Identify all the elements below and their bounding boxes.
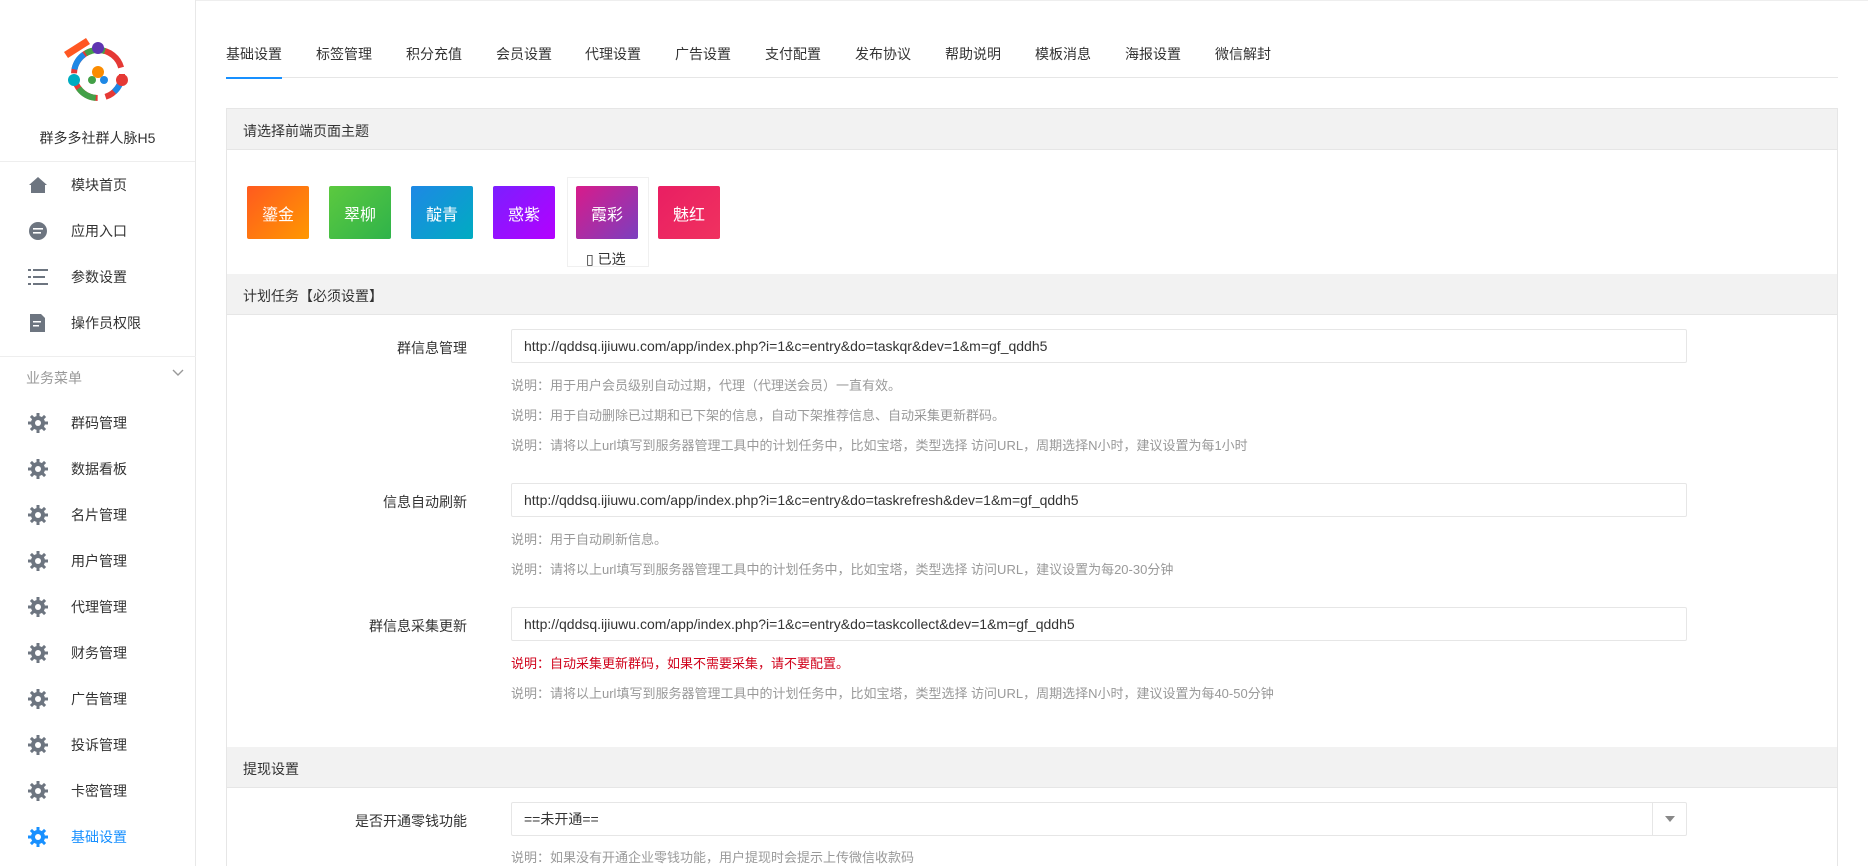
top-divider (196, 0, 1868, 1)
help-note: 说明：用于用户会员级别自动过期，代理（代理送会员）一直有效。 (511, 378, 902, 393)
help-note: 说明：请将以上url填写到服务器管理工具中的计划任务中，比如宝塔，类型选择 访问… (511, 686, 1274, 701)
sidebar-item-label: 群码管理 (71, 415, 127, 431)
help-note: 说明：用于自动刷新信息。 (511, 532, 668, 547)
document-edit-icon (27, 312, 49, 334)
wallet-select-value: ==未开通== (524, 811, 599, 827)
gear-icon (27, 412, 49, 434)
collect-update-label: 群信息采集更新 (369, 618, 467, 634)
selected-theme-note: ▯ 已选 (586, 251, 626, 267)
sidebar-item-label: 基础设置 (71, 829, 127, 845)
tab-0[interactable]: 基础设置 (226, 44, 282, 79)
chevron-down-icon (172, 369, 184, 376)
business-menu-header[interactable]: 业务菜单 (0, 356, 196, 392)
theme-option-4[interactable]: 霞彩 (576, 186, 638, 239)
help-note: 说明：请将以上url填写到服务器管理工具中的计划任务中，比如宝塔，类型选择 访问… (511, 562, 1174, 577)
sidebar-item-business-6[interactable]: 广告管理 (0, 679, 196, 719)
app-logo-icon (64, 38, 128, 101)
sidebar-item-label: 应用入口 (71, 223, 127, 239)
chat-icon (27, 220, 49, 242)
gear-icon (27, 596, 49, 618)
sidebar-item-operator-permissions[interactable]: 操作员权限 (0, 303, 196, 343)
tab-8[interactable]: 帮助说明 (945, 44, 1001, 78)
sidebar-item-label: 投诉管理 (71, 737, 127, 753)
collect-update-url-input[interactable]: http://qddsq.ijiuwu.com/app/index.php?i=… (511, 607, 1687, 641)
gear-icon (27, 504, 49, 526)
cron-section-title: 计划任务【必须设置】 (243, 288, 383, 304)
sidebar-item-params[interactable]: 参数设置 (0, 257, 196, 297)
wallet-toggle-label: 是否开通零钱功能 (355, 813, 467, 829)
group-info-label: 群信息管理 (397, 340, 467, 356)
business-menu-label: 业务菜单 (26, 370, 82, 386)
auto-refresh-url-input[interactable]: http://qddsq.ijiuwu.com/app/index.php?i=… (511, 483, 1687, 517)
gear-icon (27, 688, 49, 710)
wallet-select[interactable]: ==未开通== (511, 802, 1687, 836)
theme-option-1[interactable]: 翠柳 (329, 186, 391, 239)
sidebar-item-label: 财务管理 (71, 645, 127, 661)
home-icon (27, 174, 49, 196)
sidebar-item-label: 参数设置 (71, 269, 127, 285)
gear-icon (27, 458, 49, 480)
tab-5[interactable]: 广告设置 (675, 44, 731, 78)
tab-4[interactable]: 代理设置 (585, 44, 641, 78)
gear-icon (27, 780, 49, 802)
list-icon (27, 266, 49, 288)
gear-icon (27, 734, 49, 756)
tab-1[interactable]: 标签管理 (316, 44, 372, 78)
theme-option-2[interactable]: 靛青 (411, 186, 473, 239)
help-note: 说明：用于自动删除已过期和已下架的信息，自动下架推荐信息、自动采集更新群码。 (511, 408, 1006, 423)
sidebar-item-business-8[interactable]: 卡密管理 (0, 771, 196, 811)
sidebar-item-business-2[interactable]: 名片管理 (0, 495, 196, 535)
sidebar-item-business-4[interactable]: 代理管理 (0, 587, 196, 627)
tab-bar: 基础设置 标签管理 积分充值 会员设置 代理设置 广告设置 支付配置 发布协议 帮助说明 模板消息… (226, 36, 1838, 79)
sidebar-item-label: 卡密管理 (71, 783, 127, 799)
tab-2[interactable]: 积分充值 (406, 44, 462, 78)
sidebar-item-module-home[interactable]: 模块首页 (0, 165, 196, 205)
sidebar-item-app-entry[interactable]: 应用入口 (0, 211, 196, 251)
auto-refresh-label: 信息自动刷新 (383, 494, 467, 510)
group-info-url-input[interactable]: http://qddsq.ijiuwu.com/app/index.php?i=… (511, 329, 1687, 363)
gear-icon (27, 550, 49, 572)
tab-7[interactable]: 发布协议 (855, 44, 911, 78)
tab-6[interactable]: 支付配置 (765, 44, 821, 78)
gear-icon (27, 642, 49, 664)
brand: 群多多社群人脉H5 (0, 0, 195, 162)
sidebar-item-label: 操作员权限 (71, 315, 141, 331)
settings-panel: 请选择前端页面主题 ▯ 已选 计划任务【必须设置】 群信息管理 http://q… (226, 108, 1838, 866)
sidebar-item-label: 数据看板 (71, 461, 127, 477)
theme-section-title: 请选择前端页面主题 (243, 123, 369, 139)
sidebar-item-label: 广告管理 (71, 691, 127, 707)
sidebar: 群多多社群人脉H5 模块首页 应用入口 参数设置 操作员权限 业务菜单 群码管理… (0, 0, 196, 866)
tab-3[interactable]: 会员设置 (496, 44, 552, 78)
withdraw-section-title: 提现设置 (243, 761, 299, 777)
dropdown-arrow-icon (1652, 803, 1686, 835)
sidebar-item-label: 用户管理 (71, 553, 127, 569)
warning-note: 说明：自动采集更新群码，如果不需要采集，请不要配置。 (511, 656, 850, 671)
theme-section-header: 请选择前端页面主题 (227, 109, 1837, 150)
theme-option-0[interactable]: 鎏金 (247, 186, 309, 239)
sidebar-item-label: 模块首页 (71, 177, 127, 193)
tab-9[interactable]: 模板消息 (1035, 44, 1091, 78)
sidebar-item-business-1[interactable]: 数据看板 (0, 449, 196, 489)
tab-11[interactable]: 微信解封 (1215, 44, 1271, 78)
help-note: 说明：如果没有开通企业零钱功能，用户提现时会提示上传微信收款码 (511, 850, 915, 865)
sidebar-item-business-3[interactable]: 用户管理 (0, 541, 196, 581)
sidebar-item-label: 代理管理 (71, 599, 127, 615)
sidebar-item-business-0[interactable]: 群码管理 (0, 403, 196, 443)
sidebar-item-label: 名片管理 (71, 507, 127, 523)
theme-option-3[interactable]: 惑紫 (493, 186, 555, 239)
gear-icon (27, 826, 49, 848)
help-note: 说明：请将以上url填写到服务器管理工具中的计划任务中，比如宝塔，类型选择 访问… (511, 438, 1248, 453)
sidebar-item-business-5[interactable]: 财务管理 (0, 633, 196, 673)
sidebar-item-business-9[interactable]: 基础设置 (0, 817, 196, 857)
withdraw-section-header: 提现设置 (227, 747, 1837, 788)
theme-option-5[interactable]: 魅红 (658, 186, 720, 239)
brand-name: 群多多社群人脉H5 (39, 130, 156, 146)
tab-10[interactable]: 海报设置 (1125, 44, 1181, 78)
sidebar-item-business-7[interactable]: 投诉管理 (0, 725, 196, 765)
cron-section-header: 计划任务【必须设置】 (227, 274, 1837, 315)
